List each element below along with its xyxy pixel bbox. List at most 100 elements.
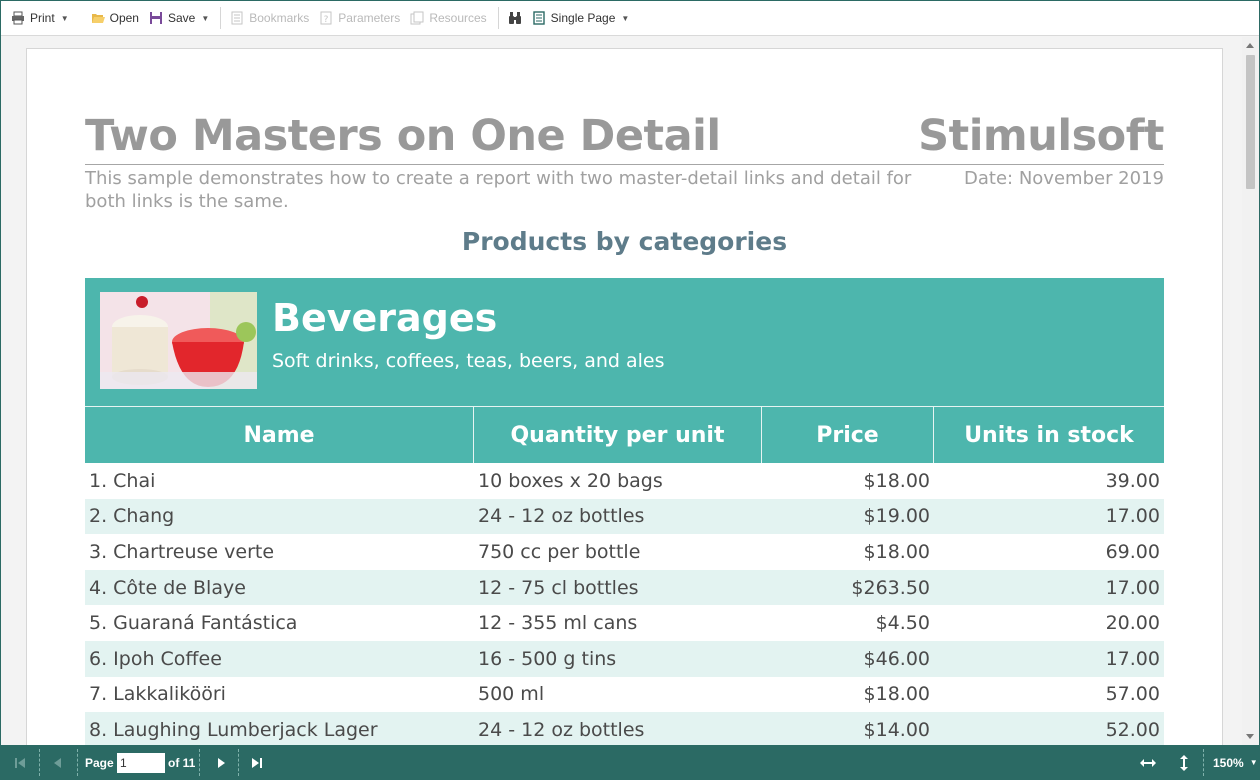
- binoculars-icon: [508, 12, 521, 24]
- find-button[interactable]: [504, 6, 526, 30]
- fit-height-icon: [1180, 754, 1188, 771]
- bookmarks-icon: [231, 11, 243, 25]
- toolbar-divider: [497, 7, 499, 29]
- cell-quantity: 24 - 12 oz bottles: [478, 718, 645, 741]
- table-header: Name Quantity per unit Price Units in st…: [85, 406, 1164, 463]
- previous-page-button[interactable]: [51, 745, 65, 780]
- single-page-icon: [532, 11, 545, 25]
- folder-icon: [91, 14, 105, 23]
- toolbar-divider: [80, 7, 82, 29]
- cell-name: 6. Ipoh Coffee: [89, 647, 222, 670]
- cell-quantity: 750 cc per bottle: [478, 540, 641, 563]
- fit-height-button[interactable]: [1177, 745, 1191, 780]
- products-table: Name Quantity per unit Price Units in st…: [85, 406, 1164, 745]
- resources-icon: [410, 11, 424, 25]
- cell-price: $18.00: [863, 469, 930, 492]
- bookmarks-label: Bookmarks: [249, 11, 310, 25]
- chevron-down-icon: ▼: [1249, 758, 1258, 767]
- bookmarks-button[interactable]: Bookmarks: [226, 6, 313, 30]
- view-mode-label: Single Page: [550, 11, 616, 25]
- column-header-price: Price: [762, 407, 934, 463]
- first-page-icon: [15, 757, 25, 768]
- table-row: 7. Lakkalikööri 500 ml $18.00 57.00: [85, 677, 1164, 713]
- print-button[interactable]: Print ▼: [7, 6, 73, 30]
- scroll-thumb[interactable]: [1246, 55, 1255, 189]
- report-viewport[interactable]: Two Masters on One Detail Stimulsoft Thi…: [1, 37, 1259, 745]
- cell-price: $14.00: [863, 718, 930, 741]
- cell-quantity: 10 boxes x 20 bags: [478, 469, 663, 492]
- fit-width-button[interactable]: [1139, 745, 1157, 780]
- chevron-down-icon: ▼: [621, 13, 630, 23]
- vertical-scrollbar[interactable]: [1242, 37, 1259, 745]
- resources-label: Resources: [429, 11, 487, 25]
- cell-quantity: 500 ml: [478, 683, 545, 706]
- report-description: This sample demonstrates how to create a…: [85, 168, 912, 212]
- zoom-level: 150%: [1213, 755, 1244, 770]
- save-button[interactable]: Save ▼: [145, 6, 213, 30]
- parameters-icon: ?: [320, 11, 332, 25]
- last-page-icon: [252, 757, 262, 768]
- cell-price: $4.50: [875, 612, 930, 635]
- column-header-name: Name: [85, 407, 474, 463]
- table-row: 4. Côte de Blaye 12 - 75 cl bottles $263…: [85, 569, 1164, 606]
- cell-price: $263.50: [851, 576, 930, 599]
- fit-width-icon: [1140, 758, 1156, 767]
- print-label: Print: [30, 11, 55, 25]
- cell-units: 20.00: [1105, 612, 1160, 635]
- report-date: Date: November 2019: [964, 168, 1164, 189]
- cell-name: 5. Guaraná Fantástica: [89, 612, 298, 635]
- printer-icon: [12, 11, 24, 25]
- nav-divider: [39, 749, 40, 776]
- nav-divider: [77, 749, 78, 776]
- cell-units: 17.00: [1105, 576, 1160, 599]
- nav-divider: [238, 749, 239, 776]
- save-label: Save: [167, 11, 196, 25]
- table-row: 6. Ipoh Coffee 16 - 500 g tins $46.00 17…: [85, 640, 1164, 677]
- cell-name: 7. Lakkalikööri: [89, 683, 226, 706]
- cell-quantity: 12 - 355 ml cans: [478, 612, 638, 635]
- cell-units: 39.00: [1105, 469, 1160, 492]
- resources-button[interactable]: Resources: [406, 6, 490, 30]
- title-divider: [85, 164, 1164, 165]
- cell-quantity: 12 - 75 cl bottles: [478, 576, 639, 599]
- cell-name: 3. Chartreuse verte: [89, 540, 275, 563]
- scroll-up-icon[interactable]: [1246, 43, 1254, 48]
- zoom-button[interactable]: 150% ▼: [1213, 745, 1258, 780]
- report-subtitle: Products by categories: [461, 227, 788, 256]
- parameters-button[interactable]: ? Parameters: [315, 6, 404, 30]
- table-row: 1. Chai 10 boxes x 20 bags $18.00 39.00: [85, 463, 1164, 499]
- cell-units: 52.00: [1105, 718, 1160, 741]
- cell-price: $18.00: [863, 683, 930, 706]
- page-number-input[interactable]: [117, 752, 165, 773]
- cell-name: 2. Chang: [89, 505, 175, 528]
- category-header: Beverages Soft drinks, coffees, teas, be…: [85, 278, 1164, 406]
- next-page-icon: [218, 757, 225, 768]
- toolbar-divider: [220, 7, 222, 29]
- chevron-down-icon: ▼: [60, 13, 69, 23]
- cell-price: $19.00: [863, 505, 930, 528]
- page-label: Page: [85, 755, 114, 770]
- cell-name: 4. Côte de Blaye: [89, 576, 246, 599]
- category-image: [100, 292, 257, 389]
- next-page-button[interactable]: [214, 745, 228, 780]
- cell-quantity: 24 - 12 oz bottles: [478, 505, 645, 528]
- first-page-button[interactable]: [13, 745, 27, 780]
- open-button[interactable]: Open: [87, 6, 143, 30]
- parameters-label: Parameters: [338, 11, 401, 25]
- report-brand: Stimulsoft: [918, 111, 1164, 161]
- table-row: 8. Laughing Lumberjack Lager 24 - 12 oz …: [85, 712, 1164, 745]
- cell-units: 69.00: [1105, 540, 1160, 563]
- viewer-toolbar: Print ▼ Open Save ▼ Bookmarks ? Paramete…: [1, 1, 1259, 36]
- cell-price: $18.00: [863, 540, 930, 563]
- category-name: Beverages: [272, 296, 498, 340]
- table-row: 3. Chartreuse verte 750 cc per bottle $1…: [85, 534, 1164, 570]
- table-row: 2. Chang 24 - 12 oz bottles $19.00 17.00: [85, 498, 1164, 535]
- view-mode-button[interactable]: Single Page ▼: [528, 6, 634, 30]
- category-description: Soft drinks, coffees, teas, beers, and a…: [272, 350, 665, 372]
- last-page-button[interactable]: [250, 745, 264, 780]
- scroll-down-icon[interactable]: [1246, 734, 1254, 739]
- previous-page-icon: [54, 757, 61, 768]
- cell-price: $46.00: [863, 647, 930, 670]
- page-number-field[interactable]: [117, 745, 165, 780]
- open-label: Open: [109, 11, 139, 25]
